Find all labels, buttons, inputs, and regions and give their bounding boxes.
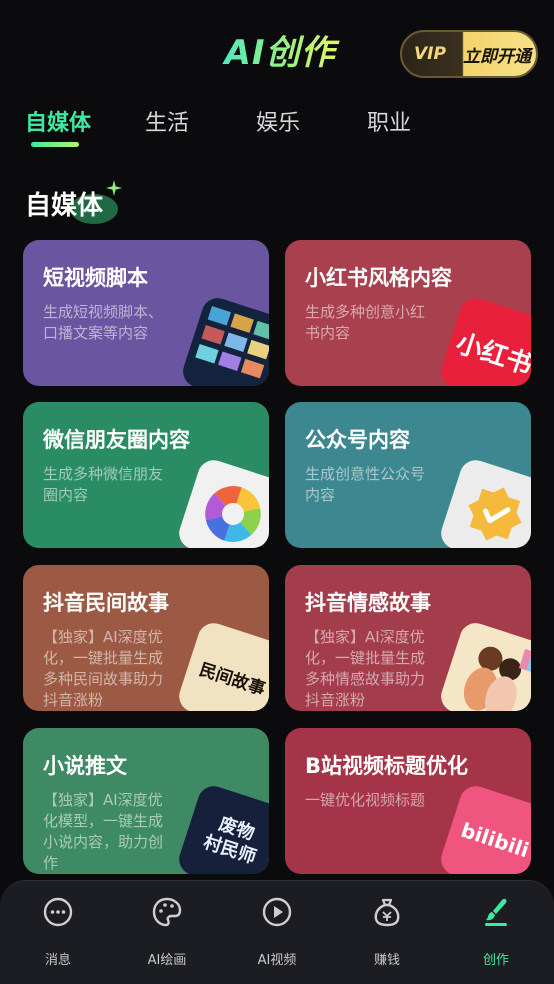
card-title: 小说推文 [43,754,127,778]
card-title: 公众号内容 [305,428,410,452]
film-strip-icon [179,294,269,386]
card-title: B站视频标题优化 [305,754,469,778]
nav-label: 消息 [44,953,71,968]
card-douyin-emotional-stories[interactable]: 抖音情感故事 【独家】AI深度优化，一键批量生成多种情感故事助力抖音涨粉 [285,565,531,711]
card-description: 生成短视频脚本、口播文案等内容 [43,303,164,342]
nav-label: 赚钱 [373,953,400,968]
card-description: 【独家】AI深度优化，一键批量生成多种民间故事助力抖音涨粉 [43,628,164,709]
brush-icon [485,898,507,926]
chat-bubble-icon [43,897,73,927]
nav-item-create[interactable]: 创作 [456,895,536,975]
bilibili-logo-icon: bilibili [437,782,531,874]
card-bilibili-title-optimization[interactable]: B站视频标题优化 一键优化视频标题 bilibili [285,728,531,874]
tab-self-media[interactable]: 自媒体 [25,104,91,144]
card-wechat-moments-content[interactable]: 微信朋友圈内容 生成多种微信朋友圈内容 [23,402,269,548]
card-short-video-script[interactable]: 短视频脚本 生成短视频脚本、口播文案等内容 [23,240,269,386]
card-title: 小红书风格内容 [305,266,452,290]
nav-item-ai-painting[interactable]: AI绘画 [127,895,207,975]
bottom-navigation: 消息 AI绘画 AI视频 赚钱 创作 [0,880,554,984]
verified-badge-icon [437,456,531,548]
tab-entertainment[interactable]: 娱乐 [256,104,300,144]
nav-item-messages[interactable]: 消息 [18,895,98,975]
card-title: 微信朋友圈内容 [43,428,190,452]
card-douyin-folk-stories[interactable]: 抖音民间故事 【独家】AI深度优化，一键批量生成多种民间故事助力抖音涨粉 民间故… [23,565,269,711]
sparkle-icon [106,180,122,196]
nav-item-ai-video[interactable]: AI视频 [237,895,317,975]
nav-item-earn-money[interactable]: 赚钱 [347,895,427,975]
palette-icon [152,897,182,927]
xiaohongshu-logo-icon: 小红书 [437,294,531,386]
vip-open-button[interactable]: VIP 立即开通 [400,30,538,78]
card-xiaohongshu-content[interactable]: 小红书风格内容 生成多种创意小红书内容 小红书 [285,240,531,386]
page-title: AI创作 [210,28,350,78]
header: AI创作 VIP 立即开通 [0,0,554,100]
card-title: 短视频脚本 [43,266,148,290]
card-novel-promotion[interactable]: 小说推文 【独家】AI深度优化模型，一键生成小说内容，助力创作 废物 村民师 [23,728,269,874]
card-title: 抖音民间故事 [43,591,169,615]
tab-career[interactable]: 职业 [367,104,411,144]
card-description: 【独家】AI深度优化，一键批量生成多种情感故事助力抖音涨粉 [305,628,426,709]
card-title: 抖音情感故事 [305,591,431,615]
vip-badge: VIP [414,44,446,64]
play-circle-icon [262,897,292,927]
camera-aperture-icon [175,456,269,548]
card-description: 一键优化视频标题 [305,791,426,809]
active-tab-indicator [31,142,79,147]
couple-illustration-icon [437,619,531,711]
card-description: 生成多种创意小红书内容 [305,303,426,342]
nav-label: AI绘画 [147,953,187,968]
money-bag-icon [374,898,400,927]
card-official-account-content[interactable]: 公众号内容 生成创意性公众号内容 [285,402,531,548]
category-tabs: 自媒体 生活 娱乐 职业 [0,104,554,154]
card-description: 生成多种微信朋友圈内容 [43,465,164,504]
card-description: 生成创意性公众号内容 [305,465,426,504]
tab-life[interactable]: 生活 [145,104,189,144]
nav-label: AI视频 [257,953,297,968]
section-title: 自媒体 [25,191,104,221]
card-description: 【独家】AI深度优化模型，一键生成小说内容，助力创作 [43,791,164,872]
nav-label: 创作 [482,953,509,968]
folk-tale-calligraphy-icon: 民间故事 [175,619,269,711]
vip-label: 立即开通 [463,46,531,67]
novel-cover-icon: 废物 村民师 [175,782,269,874]
